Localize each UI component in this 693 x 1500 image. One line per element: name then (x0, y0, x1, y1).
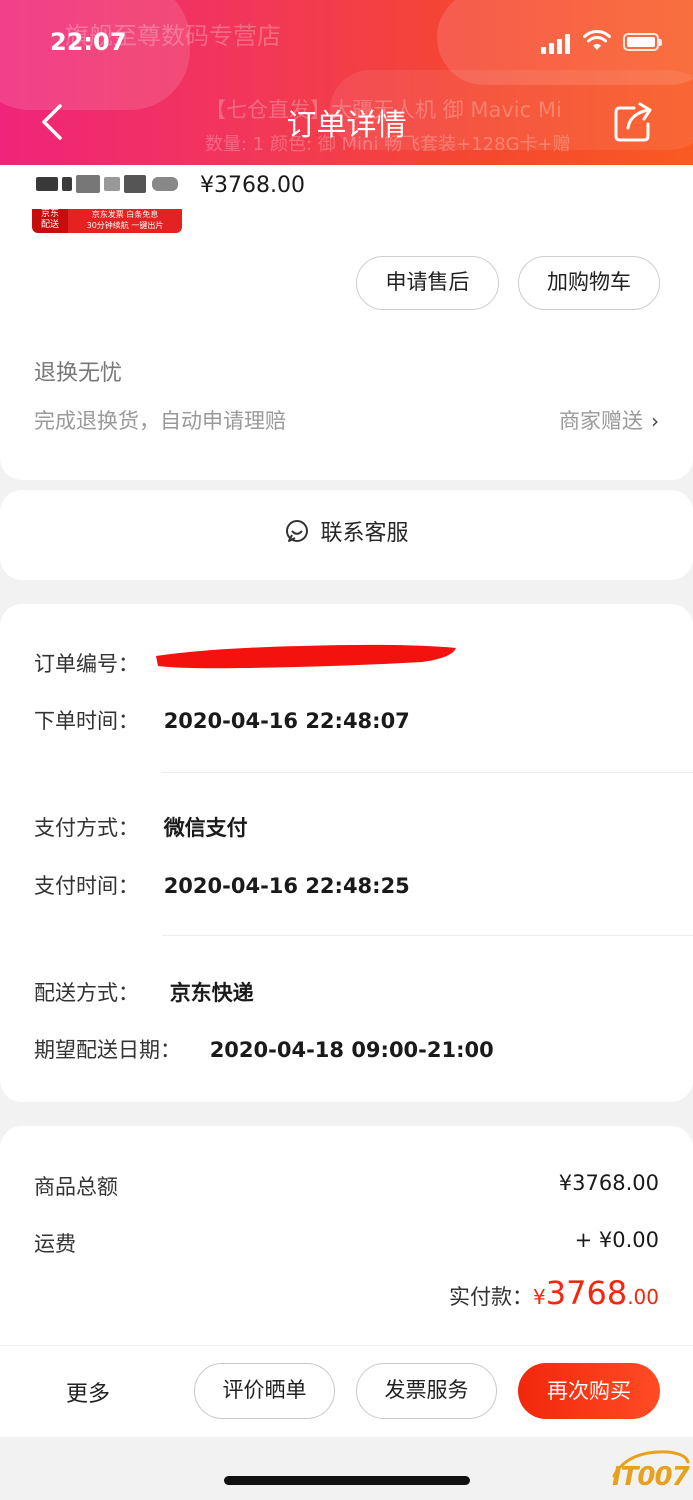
page-title: 订单详情 (286, 108, 407, 143)
pay-time-row: 支付时间： 2020-04-16 22:48:25 (34, 870, 410, 900)
shipping-label: 运费 (34, 1232, 76, 1256)
battery-icon (623, 33, 662, 51)
review-button[interactable]: 评价晒单 (194, 1363, 335, 1419)
header-bar: 旗舰至尊数码专营店 【七仓直发】大疆无人机 御 Mavic Mi 数量: 1 颜… (0, 0, 693, 165)
expected-date-value: 2020-04-18 09:00-21:00 (209, 1038, 494, 1062)
paid-amount: 实付款：¥3768.00 (449, 1274, 659, 1312)
guarantee-link[interactable]: 商家赠送 › (559, 405, 659, 435)
product-thumbnail[interactable]: 京东 配送 京东发票 白条免息 30分钟续航 一键出片 (32, 165, 182, 235)
paid-currency: ¥ (533, 1285, 546, 1309)
contact-service-button[interactable]: 联系客服 (0, 515, 693, 547)
pay-method-row: 支付方式： 微信支付 (34, 812, 248, 842)
delivery-method-value: 京东快递 (169, 981, 254, 1005)
paid-label: 实付款： (449, 1285, 534, 1309)
home-area (0, 1437, 693, 1500)
chevron-right-icon: › (651, 409, 659, 433)
guarantee-right-label: 商家赠送 (559, 409, 643, 433)
bottom-action-bar: 更多 评价晒单 发票服务 再次购买 (0, 1345, 693, 1438)
product-price: ¥3768.00 (200, 173, 305, 198)
expected-date-row: 期望配送日期： 2020-04-18 09:00-21:00 (34, 1034, 494, 1064)
customer-service-icon (286, 520, 309, 542)
pay-time-value: 2020-04-16 22:48:25 (163, 874, 410, 898)
divider (162, 935, 693, 936)
delivery-method-row: 配送方式： 京东快递 (34, 977, 254, 1007)
goods-total-label: 商品总额 (34, 1175, 118, 1199)
pay-method-label: 支付方式： (34, 816, 139, 840)
order-number-label: 订单编号： (34, 652, 139, 676)
guarantee-desc: 完成退换货，自动申请理赔 (34, 409, 286, 433)
signal-icon (541, 32, 577, 54)
order-time-row: 下单时间： 2020-04-16 22:48:07 (34, 705, 410, 735)
order-info-card: 订单编号： 下单时间： 2020-04-16 22:48:07 支付方式： 微信… (0, 604, 693, 1102)
more-button[interactable]: 更多 (66, 1376, 110, 1408)
paid-decimal: .00 (627, 1285, 659, 1309)
contact-service-label: 联系客服 (320, 521, 409, 546)
amount-card: 商品总额 ¥3768.00 运费 + ¥0.00 实付款：¥3768.00 (0, 1126, 693, 1351)
divider (162, 772, 693, 773)
wifi-icon (583, 30, 611, 50)
after-sale-button[interactable]: 申请售后 (356, 256, 499, 310)
invoice-button[interactable]: 发票服务 (356, 1363, 497, 1419)
shipping-value: + ¥0.00 (574, 1228, 659, 1252)
delivery-method-label: 配送方式： (34, 981, 139, 1005)
order-number-row: 订单编号： (34, 648, 139, 678)
guarantee-title: 退换无忧 (34, 361, 123, 386)
order-time-label: 下单时间： (34, 709, 139, 733)
home-indicator[interactable] (224, 1476, 470, 1485)
goods-total-value: ¥3768.00 (558, 1171, 659, 1195)
order-time-value: 2020-04-16 22:48:07 (163, 709, 410, 733)
order-number-redaction (156, 644, 456, 669)
watermark-text: IT007 (612, 1462, 690, 1492)
expected-date-label: 期望配送日期： (34, 1038, 181, 1062)
add-to-cart-button[interactable]: 加购物车 (518, 256, 660, 310)
status-time: 22:07 (50, 28, 127, 56)
buy-again-button[interactable]: 再次购买 (518, 1363, 660, 1419)
pay-method-value: 微信支付 (163, 816, 248, 840)
jd-delivery-tag: 京东 配送 (32, 209, 68, 233)
contact-service-card[interactable]: 联系客服 (0, 490, 693, 580)
product-card: 京东 配送 京东发票 白条免息 30分钟续航 一键出片 ¥3768.00 申请售后 … (0, 165, 693, 480)
paid-integer: 3768 (545, 1274, 628, 1312)
share-icon[interactable] (612, 100, 656, 144)
pay-time-label: 支付时间： (34, 874, 139, 898)
promo-band: 京东发票 白条免息 30分钟续航 一键出片 (68, 209, 182, 233)
